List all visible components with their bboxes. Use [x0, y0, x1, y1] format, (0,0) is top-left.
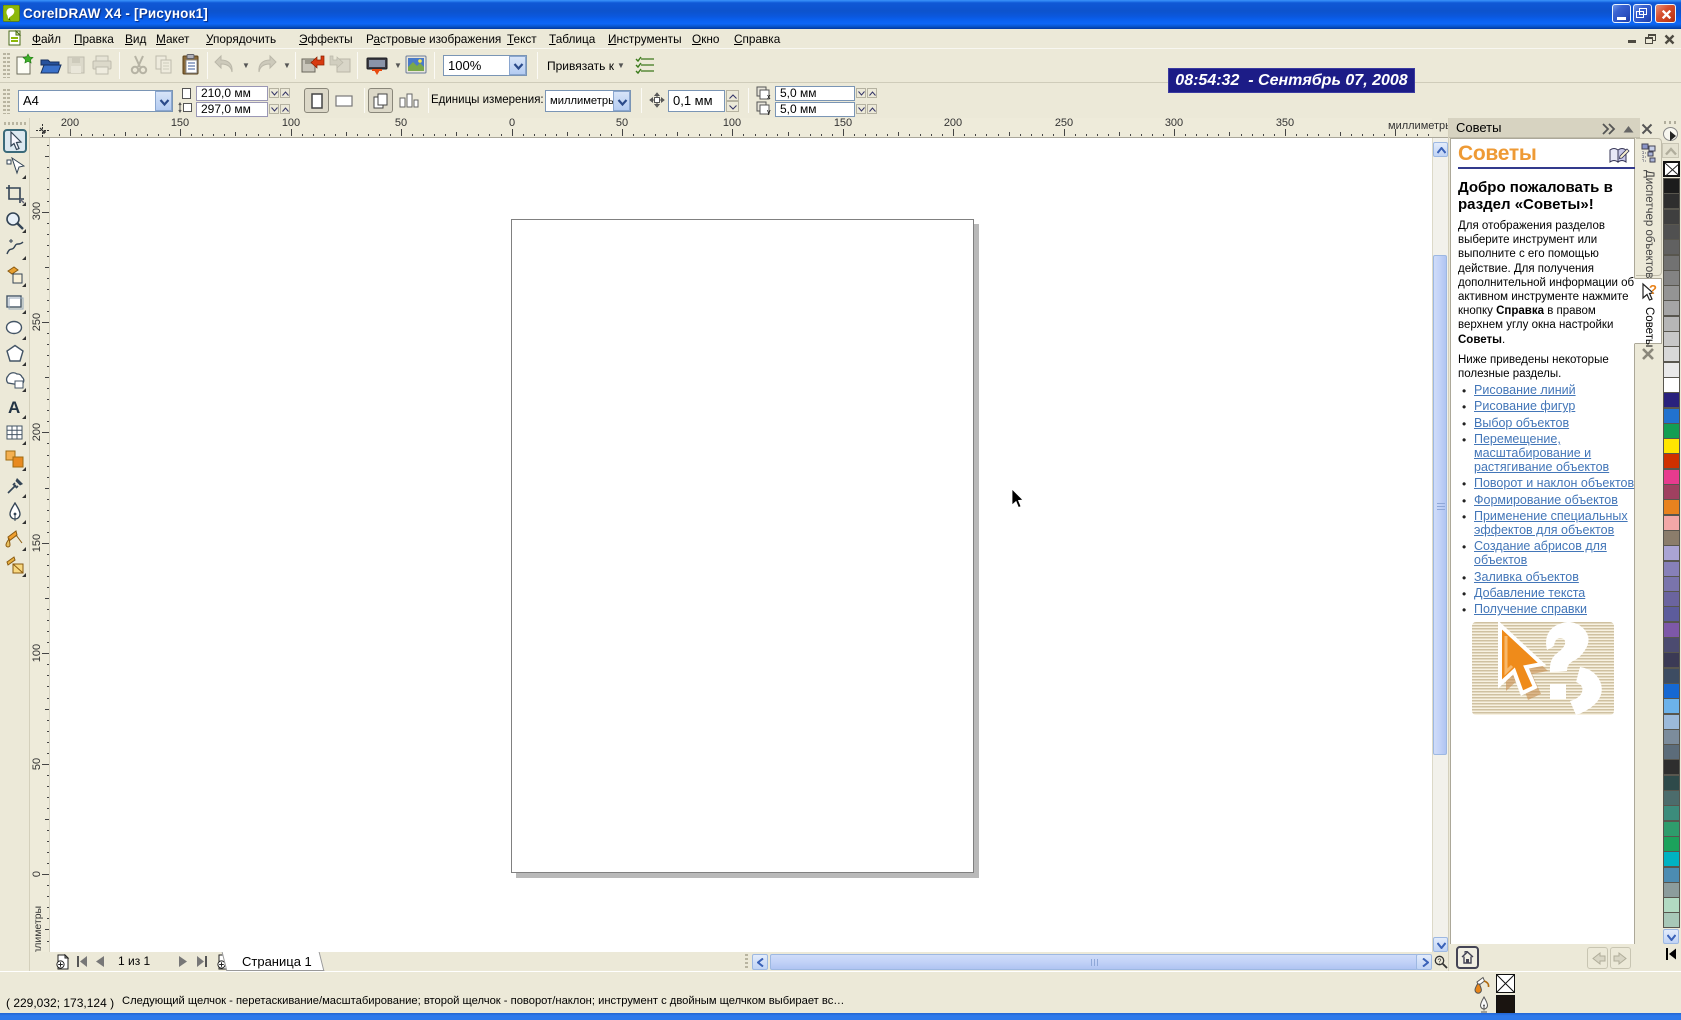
svg-text:A: A [8, 398, 20, 417]
svg-text:?: ? [1649, 282, 1657, 297]
svg-text:y: y [767, 109, 771, 115]
svg-text:x: x [767, 94, 771, 100]
svg-text:?: ? [1438, 959, 1442, 966]
